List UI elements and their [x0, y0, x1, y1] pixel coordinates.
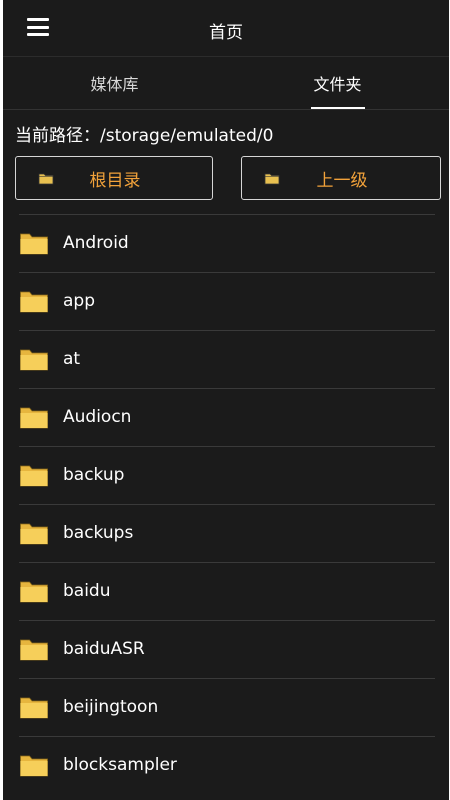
folder-list-item[interactable]: baidu	[3, 562, 449, 620]
tab-media-library[interactable]: 媒体库	[3, 57, 226, 109]
list-divider	[19, 504, 435, 505]
folder-list-item[interactable]: backups	[3, 504, 449, 562]
tab-bar: 媒体库 文件夹	[3, 57, 449, 110]
folder-list-item[interactable]: Android	[3, 214, 449, 272]
list-divider	[19, 330, 435, 331]
tab-label: 媒体库	[90, 75, 139, 94]
folder-list: Android app at Audiocn backup backups baidu bai…	[3, 214, 449, 794]
folder-name: backups	[63, 523, 134, 543]
navigation-buttons: 根目录 上一级	[3, 156, 449, 214]
folder-list-item[interactable]: at	[3, 330, 449, 388]
current-path: 当前路径：/storage/emulated/0	[15, 126, 274, 146]
app-screen: 首页 媒体库 文件夹 当前路径：/storage/emulated/0 根目录 …	[3, 0, 449, 800]
folder-name: app	[63, 291, 95, 311]
root-directory-label: 根目录	[89, 170, 141, 191]
tab-label: 文件夹	[313, 75, 362, 94]
folder-icon	[20, 639, 48, 661]
list-divider	[19, 678, 435, 679]
page-title: 首页	[209, 23, 243, 43]
list-divider	[19, 562, 435, 563]
folder-list-item[interactable]: Audiocn	[3, 388, 449, 446]
folder-icon	[20, 581, 48, 603]
list-divider	[19, 620, 435, 621]
folder-icon	[20, 233, 48, 255]
top-bar: 首页	[3, 0, 449, 57]
folder-icon	[38, 173, 54, 185]
folder-icon	[20, 291, 48, 313]
folder-list-item[interactable]: backup	[3, 446, 449, 504]
folder-icon	[20, 407, 48, 429]
folder-name: baidu	[63, 581, 111, 601]
folder-name: Audiocn	[63, 407, 132, 427]
folder-name: blocksampler	[63, 755, 177, 775]
root-directory-button[interactable]: 根目录	[15, 156, 213, 200]
list-divider	[19, 272, 435, 273]
folder-name: baiduASR	[63, 639, 145, 659]
list-divider	[19, 736, 435, 737]
folder-icon	[20, 465, 48, 487]
parent-directory-button[interactable]: 上一级	[241, 156, 441, 200]
folder-icon	[264, 173, 280, 185]
parent-directory-label: 上一级	[316, 170, 368, 191]
list-divider	[19, 214, 435, 215]
folder-name: beijingtoon	[63, 697, 159, 717]
folder-name: at	[63, 349, 81, 369]
tab-folders[interactable]: 文件夹	[226, 57, 449, 109]
folder-list-item[interactable]: baiduASR	[3, 620, 449, 678]
folder-icon	[20, 349, 48, 371]
list-divider	[19, 446, 435, 447]
folder-list-item[interactable]: blocksampler	[3, 736, 449, 794]
folder-list-item[interactable]: beijingtoon	[3, 678, 449, 736]
list-divider	[19, 388, 435, 389]
folder-icon	[20, 755, 48, 777]
folder-list-item[interactable]: app	[3, 272, 449, 330]
folder-icon	[20, 523, 48, 545]
folder-name: backup	[63, 465, 125, 485]
folder-name: Android	[63, 233, 129, 253]
active-tab-indicator	[310, 107, 365, 109]
folder-icon	[20, 697, 48, 719]
